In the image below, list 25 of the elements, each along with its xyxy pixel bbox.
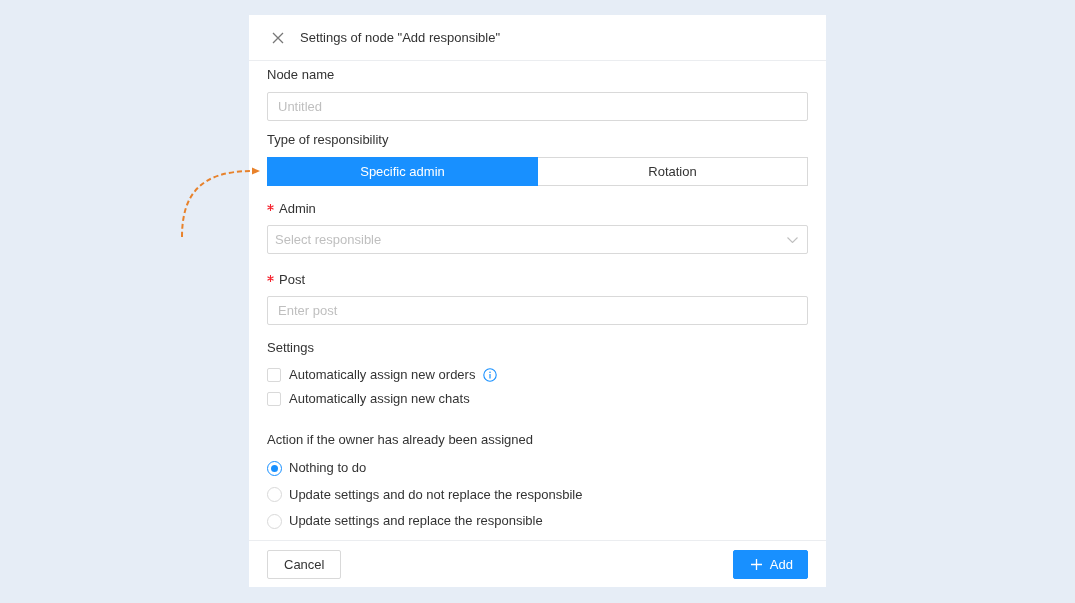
section-label: Action if the owner has already been assigned [267, 431, 533, 449]
segment-tab[interactable]: Rotation [538, 157, 808, 186]
radio-label[interactable]: Nothing to do [289, 459, 367, 478]
chevron-down-icon [787, 236, 798, 243]
checkbox[interactable] [267, 392, 281, 406]
checkbox-label[interactable]: Automatically assign new orders [289, 366, 476, 384]
info-icon[interactable] [483, 368, 498, 382]
cancel-button[interactable]: Cancel [267, 549, 342, 579]
radio-label[interactable]: Update settings and do not replace the responsbile [289, 485, 583, 504]
radio-label[interactable]: Update settings and replace the responsible [289, 512, 543, 531]
checkbox[interactable] [267, 368, 281, 382]
close-icon[interactable] [272, 31, 284, 44]
field-label: Post [279, 271, 305, 289]
node-name-input[interactable]: Untitled [267, 92, 808, 121]
plus-icon [750, 558, 762, 570]
section-label: Settings [267, 339, 314, 357]
field-label: Node name [267, 66, 335, 84]
radio-button[interactable] [267, 460, 282, 476]
curved-arrow-icon [180, 165, 260, 237]
checkbox-label[interactable]: Automatically assign new chats [289, 390, 470, 408]
dialog-title: Settings of node "Add responsible" [300, 30, 501, 45]
field-label: Type of responsibility [267, 131, 389, 149]
post-input[interactable]: Enter post [267, 296, 808, 325]
field-label: Admin [279, 200, 316, 218]
select-placeholder: Select responsible [275, 232, 382, 247]
